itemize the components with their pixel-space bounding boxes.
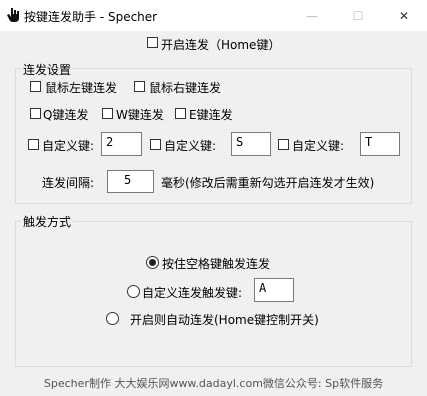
custom-key-1-input[interactable]: 2 <box>101 132 142 156</box>
trigger-auto-radio[interactable] <box>106 312 119 325</box>
interval-unit-note: 毫秒(修改后需重新勾选开启连发才生效) <box>161 176 375 190</box>
trigger-space-radio[interactable] <box>146 256 159 269</box>
enable-repeat-checkbox[interactable] <box>147 37 158 48</box>
q-key-label: Q键连发 <box>43 108 89 122</box>
custom-key-1-label: 自定义键: <box>42 139 95 153</box>
trigger-auto-label: 开启则自动连发(Home键控制开关) <box>130 313 319 327</box>
custom-key-1-checkbox[interactable] <box>28 139 39 150</box>
minimize-button[interactable]: — <box>289 0 335 31</box>
e-key-checkbox[interactable] <box>175 108 186 119</box>
custom-key-2-label: 自定义键: <box>164 139 217 153</box>
custom-key-3-input[interactable]: T <box>360 132 400 156</box>
maximize-button[interactable]: ☐ <box>335 0 381 31</box>
trigger-legend: 触发方式 <box>21 213 74 230</box>
trigger-custom-label: 自定义连发触发键: <box>142 286 243 300</box>
trigger-custom-input[interactable]: A <box>254 278 294 302</box>
footer-credits: Specher制作 大大娱乐网www.dadayl.com微信公众号: Sp软件… <box>43 377 384 390</box>
minimize-icon: — <box>306 8 318 23</box>
close-icon: ✕ <box>398 8 410 23</box>
interval-label: 连发间隔: <box>42 176 95 190</box>
custom-key-3-checkbox[interactable] <box>278 139 289 150</box>
trigger-custom-radio[interactable] <box>127 285 140 298</box>
custom-key-2-checkbox[interactable] <box>150 139 161 150</box>
custom-key-3-label: 自定义键: <box>292 139 345 153</box>
q-key-checkbox[interactable] <box>30 108 41 119</box>
trigger-space-label: 按住空格键触发连发 <box>162 257 271 271</box>
custom-key-2-input[interactable]: S <box>231 132 271 156</box>
close-button[interactable]: ✕ <box>381 0 427 31</box>
main-panel: 开启连发（Home键） 连发设置 鼠标左键连发 鼠标右键连发 Q键连发 W键连发… <box>0 31 427 396</box>
w-key-label: W键连发 <box>116 108 164 122</box>
window-title: 按键连发助手 - Specher <box>24 10 158 24</box>
right-click-checkbox[interactable] <box>134 81 145 92</box>
left-click-checkbox[interactable] <box>30 81 41 92</box>
e-key-label: E键连发 <box>189 108 233 122</box>
w-key-checkbox[interactable] <box>102 108 113 119</box>
hand-cursor-icon <box>7 8 19 22</box>
enable-repeat-label: 开启连发（Home键） <box>161 38 281 52</box>
settings-legend: 连发设置 <box>21 61 74 78</box>
right-click-label: 鼠标右键连发 <box>149 81 222 95</box>
maximize-icon: ☐ <box>352 8 364 23</box>
title-bar[interactable]: 按键连发助手 - Specher — ☐ ✕ <box>0 0 427 31</box>
interval-input[interactable]: 5 <box>107 170 154 193</box>
left-click-label: 鼠标左键连发 <box>45 81 118 95</box>
